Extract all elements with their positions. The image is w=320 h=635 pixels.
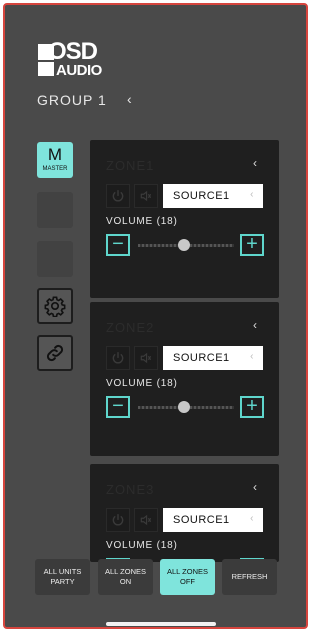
source-chevron-icon: ‹	[250, 351, 254, 362]
zone-card: ZONE2 ‹ SOURCE1 ‹ VOLUME (18) − +	[90, 302, 279, 456]
zone-source-select[interactable]: SOURCE1 ‹	[163, 508, 263, 532]
power-icon	[112, 190, 124, 202]
zone-source-value: SOURCE1	[173, 352, 230, 364]
all-units-party-button[interactable]: ALL UNITS PARTY	[35, 559, 90, 595]
zone-card: ZONE1 ‹ SOURCE1 ‹ VOLUME (18) − +	[90, 140, 279, 298]
speaker-icon	[140, 514, 152, 526]
link-button[interactable]	[37, 335, 73, 371]
speaker-icon	[140, 352, 152, 364]
zone-volume-label: VOLUME (18)	[106, 378, 178, 389]
logo-text-top: OSD	[48, 38, 98, 65]
volume-slider-thumb[interactable]	[178, 239, 190, 251]
group-title: GROUP 1	[37, 92, 107, 108]
volume-down-button[interactable]: −	[106, 234, 130, 256]
zone-source-select[interactable]: SOURCE1 ‹	[163, 184, 263, 208]
zone-power-button[interactable]	[106, 346, 130, 370]
zone-name: ZONE2	[106, 320, 155, 335]
all-zones-off-button[interactable]: ALL ZONES OFF	[160, 559, 215, 595]
zone-source-select[interactable]: SOURCE1 ‹	[163, 346, 263, 370]
all-zones-on-button[interactable]: ALL ZONES ON	[98, 559, 153, 595]
volume-up-button[interactable]: +	[240, 234, 264, 256]
volume-slider-thumb[interactable]	[178, 401, 190, 413]
zone-mute-button[interactable]	[134, 346, 158, 370]
app-frame: OSD AUDIO GROUP 1 ‹ M MASTER ZONE1 ‹ SOU…	[3, 3, 308, 629]
side-empty-button-1[interactable]	[37, 192, 73, 228]
bottom-toolbar: ALL UNITS PARTY ALL ZONES ON ALL ZONES OFF …	[5, 559, 306, 599]
zone-source-value: SOURCE1	[173, 514, 230, 526]
zone-power-button[interactable]	[106, 184, 130, 208]
zone-name: ZONE1	[106, 158, 155, 173]
home-indicator[interactable]	[106, 622, 216, 626]
master-button[interactable]: M MASTER	[37, 142, 73, 178]
zone-chevron-icon[interactable]: ‹	[253, 318, 257, 332]
zone-name: ZONE3	[106, 482, 155, 497]
osd-audio-logo: OSD AUDIO	[38, 38, 118, 83]
zone-card: ZONE3 ‹ SOURCE1 ‹ VOLUME (18) − +	[90, 464, 279, 562]
power-icon	[112, 514, 124, 526]
zone-mute-button[interactable]	[134, 508, 158, 532]
master-label: MASTER	[42, 166, 68, 172]
zone-power-button[interactable]	[106, 508, 130, 532]
zone-volume-label: VOLUME (18)	[106, 540, 178, 551]
speaker-icon	[140, 190, 152, 202]
zone-chevron-icon[interactable]: ‹	[253, 156, 257, 170]
master-letter: M	[47, 145, 63, 164]
source-chevron-icon: ‹	[250, 513, 254, 524]
source-chevron-icon: ‹	[250, 189, 254, 200]
settings-button[interactable]	[37, 288, 73, 324]
volume-down-button[interactable]: −	[106, 396, 130, 418]
zone-source-value: SOURCE1	[173, 190, 230, 202]
zone-chevron-icon[interactable]: ‹	[253, 480, 257, 494]
link-icon	[46, 344, 64, 362]
zone-volume-label: VOLUME (18)	[106, 216, 178, 227]
gear-icon	[44, 296, 66, 317]
side-empty-button-2[interactable]	[37, 241, 73, 277]
power-icon	[112, 352, 124, 364]
volume-up-button[interactable]: +	[240, 396, 264, 418]
logo-text-bottom: AUDIO	[56, 62, 102, 79]
group-collapse-chevron-icon[interactable]: ‹	[127, 91, 132, 107]
refresh-button[interactable]: REFRESH	[222, 559, 277, 595]
zone-mute-button[interactable]	[134, 184, 158, 208]
